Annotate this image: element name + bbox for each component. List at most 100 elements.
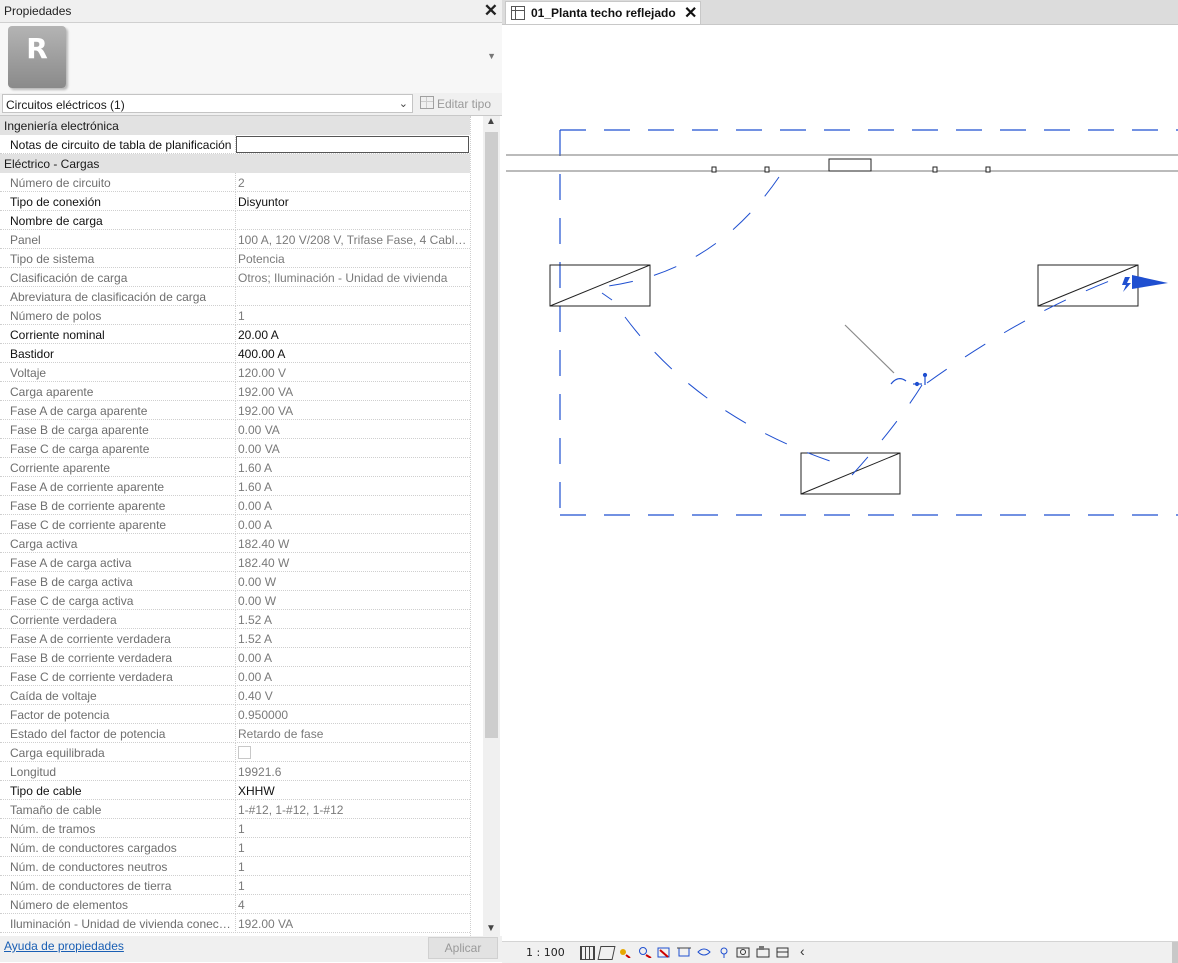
column-divider — [235, 173, 237, 192]
properties-scrollbar[interactable]: ▲ ▼ — [483, 116, 500, 936]
property-name: Fase A de carga aparente — [10, 404, 148, 418]
property-value: 2 — [238, 176, 245, 190]
sun-path-icon[interactable] — [617, 946, 631, 959]
r-logo-icon: R — [8, 26, 66, 88]
property-name: Fase A de corriente verdadera — [10, 632, 171, 646]
view-tab-bar: 01_Planta techo reflejado ✕ — [502, 0, 1178, 25]
close-icon[interactable]: ✕ — [684, 3, 697, 23]
property-name: Iluminación - Unidad de vivienda conecta… — [10, 917, 234, 931]
property-row: Núm. de conductores de tierra 1 — [0, 876, 470, 895]
property-row: Carga activa 182.40 W — [0, 534, 470, 553]
temporary-properties-icon[interactable] — [756, 946, 770, 958]
property-row[interactable]: Nombre de carga — [0, 211, 470, 230]
property-value-input[interactable] — [236, 136, 469, 153]
column-divider — [235, 819, 237, 838]
show-crop-icon[interactable] — [697, 946, 711, 958]
properties-title-bar: Propiedades ✕ — [0, 0, 502, 23]
column-divider — [235, 477, 237, 496]
reveal-hidden-icon[interactable] — [736, 946, 750, 958]
property-value: 192.00 VA — [238, 917, 294, 931]
scale-label[interactable]: 1 : 100 — [526, 946, 565, 959]
column-divider — [235, 344, 237, 363]
crop-view-icon[interactable] — [677, 946, 691, 958]
column-divider — [235, 287, 237, 306]
property-value: 4 — [238, 898, 245, 912]
property-value[interactable]: 400.00 A — [238, 347, 468, 361]
drawing-canvas[interactable] — [502, 25, 1178, 941]
chevron-left-icon[interactable]: ‹ — [800, 943, 805, 959]
type-selector-label: Circuitos eléctricos (1) — [6, 98, 125, 112]
scrollbar-thumb[interactable] — [485, 132, 498, 738]
property-value: 0.00 W — [238, 575, 277, 589]
group-header[interactable]: Ingeniería electrónica⌃ — [0, 116, 483, 135]
group-label: Ingeniería electrónica — [4, 119, 119, 133]
type-selector-dropdown[interactable]: Circuitos eléctricos (1) ⌄ — [2, 94, 413, 113]
property-row[interactable]: Notas de circuito de tabla de planificac… — [0, 135, 470, 154]
column-divider — [235, 895, 237, 914]
property-name: Fase B de corriente aparente — [10, 499, 166, 513]
group-header[interactable]: Eléctrico - Cargas⌃ — [0, 154, 483, 173]
view-plan-icon — [511, 6, 525, 20]
property-name: Fase C de corriente verdadera — [10, 670, 173, 684]
scroll-up-icon[interactable]: ▲ — [486, 116, 496, 127]
property-row[interactable]: Corriente nominal 20.00 A — [0, 325, 470, 344]
column-divider — [235, 705, 237, 724]
light-fixture-bottom[interactable] — [800, 452, 901, 495]
light-fixture-right[interactable] — [1037, 264, 1139, 307]
column-divider — [235, 192, 237, 211]
property-value: 1.52 A — [238, 632, 273, 646]
column-divider — [235, 743, 237, 762]
property-row: Fase C de carga activa 0.00 W — [0, 591, 470, 610]
property-name: Núm. de tramos — [10, 822, 96, 836]
property-name: Factor de potencia — [10, 708, 110, 722]
column-divider — [235, 496, 237, 515]
property-value: Potencia — [238, 252, 285, 266]
close-icon[interactable]: ✕ — [484, 1, 498, 21]
property-row[interactable]: Tipo de conexión Disyuntor — [0, 192, 470, 211]
type-dropdown-arrow-icon[interactable]: ▼ — [487, 51, 496, 61]
viewbar-end — [1172, 942, 1178, 963]
property-name: Número de polos — [10, 309, 102, 323]
shadows-icon[interactable] — [638, 946, 652, 959]
property-row[interactable]: Bastidor 400.00 A — [0, 344, 470, 363]
light-fixture-left[interactable] — [549, 264, 651, 307]
property-value: 1-#12, 1-#12, 1-#12 — [238, 803, 344, 817]
property-value: 192.00 VA — [238, 385, 294, 399]
property-name: Núm. de conductores de tierra — [10, 879, 172, 893]
properties-help-link[interactable]: Ayuda de propiedades — [4, 939, 124, 953]
property-row: Fase A de corriente aparente 1.60 A — [0, 477, 470, 496]
property-value: 0.40 V — [238, 689, 273, 703]
properties-palette: Propiedades ✕ R ▼ Circuitos eléctricos (… — [0, 0, 503, 962]
property-name: Fase B de corriente verdadera — [10, 651, 173, 665]
property-value: Otros; Iluminación - Unidad de vivienda — [238, 271, 448, 285]
property-row: Estado del factor de potencia Retardo de … — [0, 724, 470, 743]
property-value: 0.00 A — [238, 518, 273, 532]
temporary-hide-icon[interactable] — [717, 946, 730, 958]
apply-button[interactable]: Aplicar — [428, 937, 498, 959]
property-value[interactable]: XHHW — [238, 784, 468, 798]
switch-symbol[interactable] — [844, 324, 928, 387]
property-row: Número de polos 1 — [0, 306, 470, 325]
property-value: 0.00 VA — [238, 423, 280, 437]
column-divider — [235, 439, 237, 458]
property-value[interactable]: 20.00 A — [238, 328, 468, 342]
property-value: 100 A, 120 V/208 V, Trifase Fase, 4 Cabl… — [238, 233, 468, 247]
column-divider — [235, 515, 237, 534]
analytical-model-icon[interactable] — [776, 946, 789, 958]
visual-style-icon[interactable] — [597, 946, 616, 960]
property-value[interactable]: Disyuntor — [238, 195, 468, 209]
panel-lightning-icon[interactable] — [1122, 275, 1168, 292]
property-value: 0.00 A — [238, 670, 273, 684]
detail-level-icon[interactable] — [580, 946, 595, 960]
property-value: 19921.6 — [238, 765, 282, 779]
scroll-down-icon[interactable]: ▼ — [486, 923, 496, 934]
property-row[interactable]: Tipo de cable XHHW — [0, 781, 470, 800]
property-checkbox[interactable] — [238, 746, 251, 759]
tab-planta-techo[interactable]: 01_Planta techo reflejado ✕ — [505, 1, 701, 24]
column-divider — [235, 553, 237, 572]
property-row: Tamaño de cable 1-#12, 1-#12, 1-#12 — [0, 800, 470, 819]
property-row: Longitud 19921.6 — [0, 762, 470, 781]
render-icon[interactable] — [657, 946, 670, 958]
circuit-wiring[interactable] — [599, 176, 1113, 476]
property-name: Número de circuito — [10, 176, 111, 190]
